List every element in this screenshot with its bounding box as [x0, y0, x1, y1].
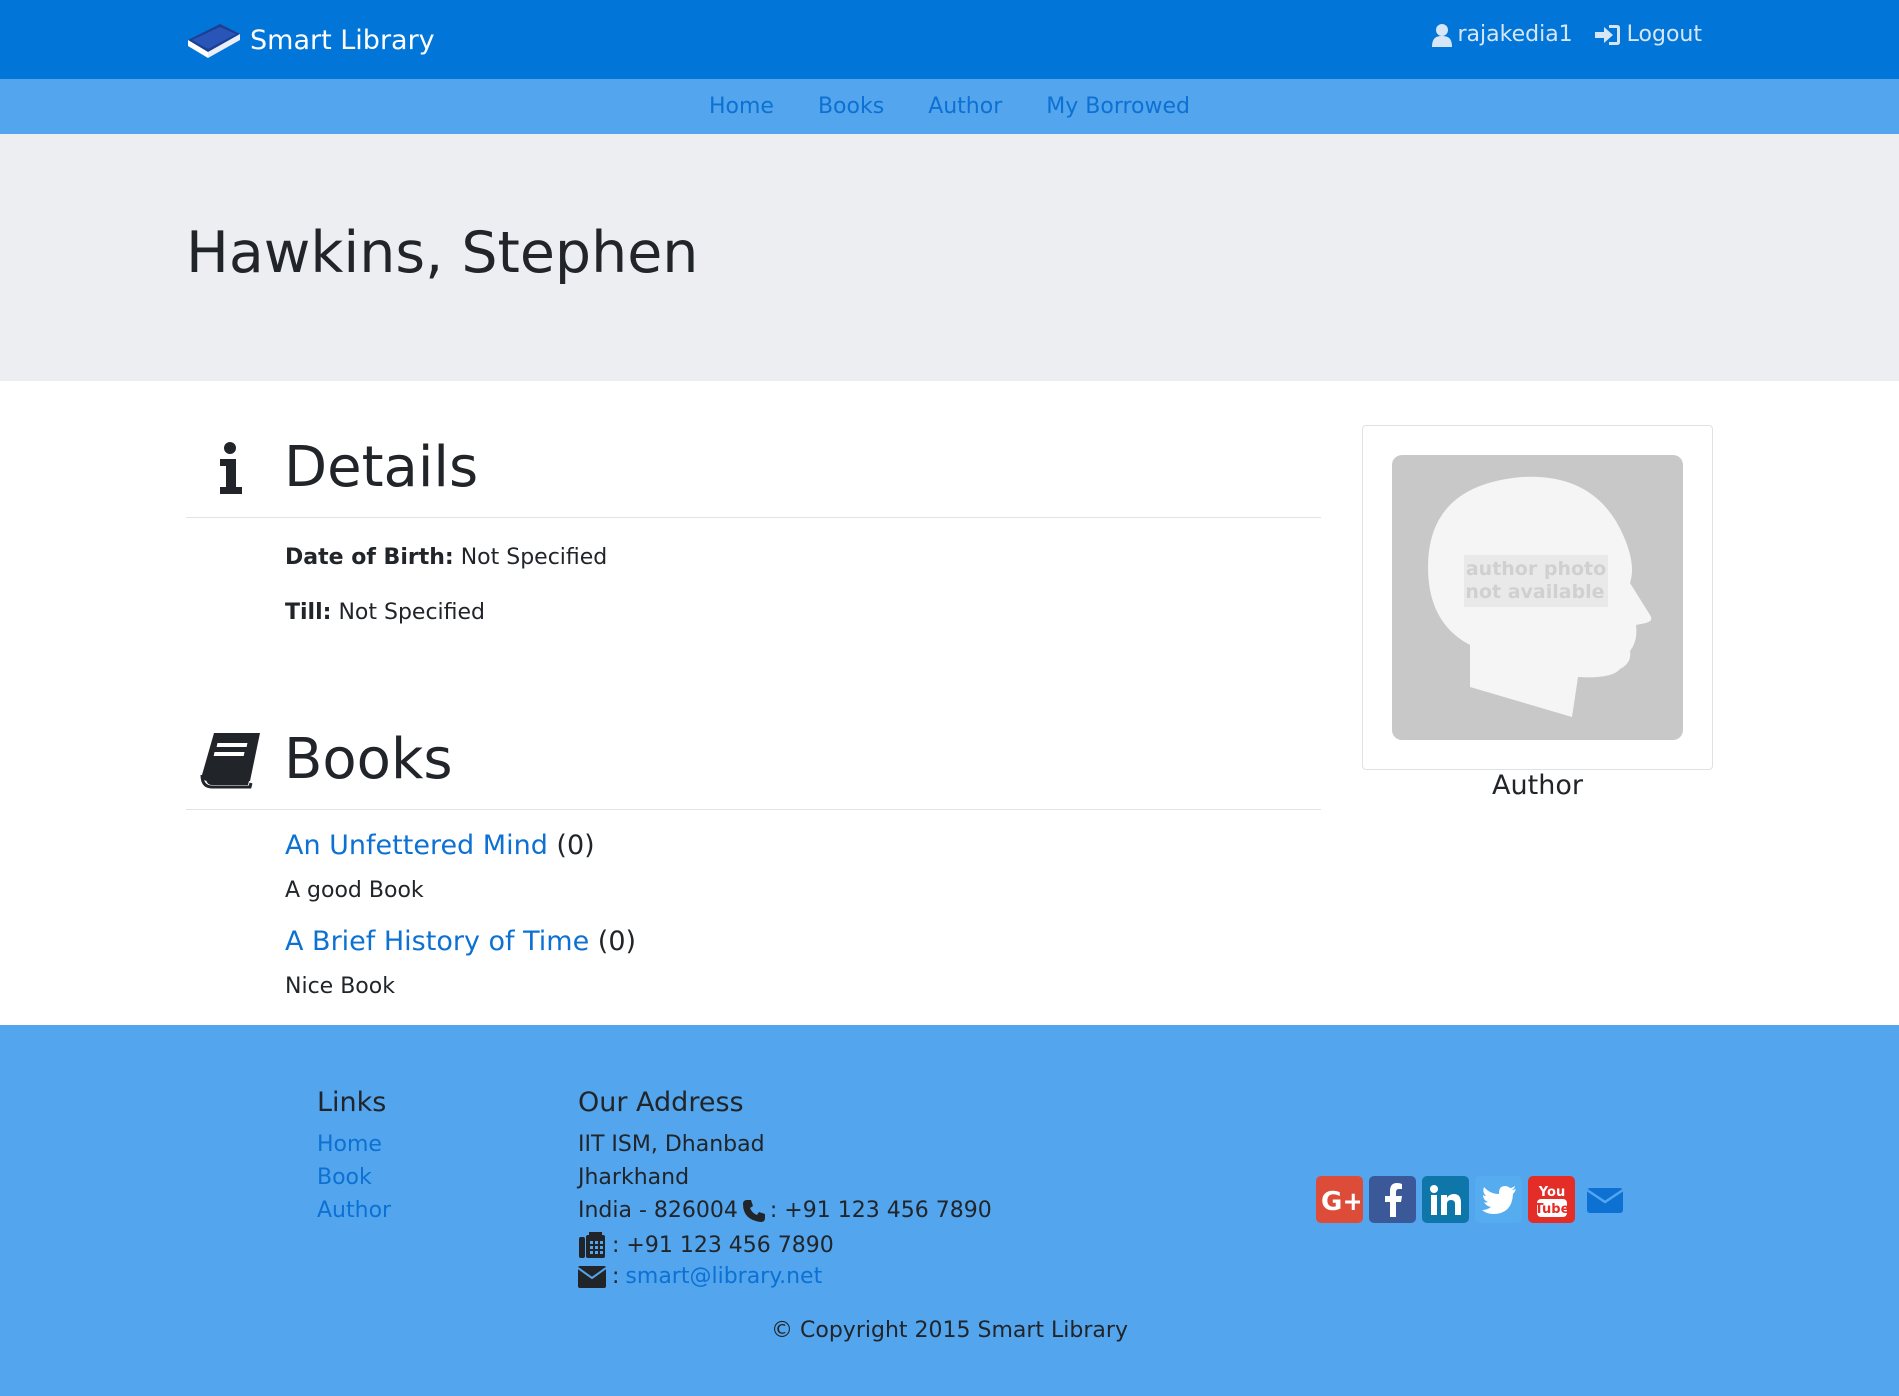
- address-country: India - 826004: [578, 1198, 738, 1223]
- top-navbar: Smart Library rajakedia1 Logout: [0, 0, 1899, 79]
- logout-link[interactable]: Logout: [1594, 22, 1702, 47]
- book-description: Nice Book: [285, 974, 395, 999]
- author-banner: Hawkins, Stephen: [0, 134, 1899, 381]
- author-photo-placeholder: author photo not available: [1392, 455, 1683, 740]
- footer-link-home[interactable]: Home: [317, 1132, 382, 1157]
- linkedin-icon[interactable]: [1422, 1176, 1469, 1223]
- email-line: : smart@library.net: [578, 1264, 822, 1289]
- till-value: Not Specified: [338, 600, 486, 625]
- dob-value: Not Specified: [460, 545, 608, 570]
- book-icon: [200, 732, 260, 788]
- date-of-birth: Date of Birth: Not Specified: [285, 545, 607, 570]
- till-date: Till: Not Specified: [285, 600, 485, 625]
- logout-label: Logout: [1626, 22, 1702, 47]
- book-title-link[interactable]: An Unfettered Mind: [285, 830, 548, 861]
- book-item: An Unfettered Mind (0): [285, 830, 595, 861]
- sign-in-icon: [1594, 24, 1620, 45]
- facebook-icon[interactable]: [1369, 1176, 1416, 1223]
- till-label: Till:: [285, 600, 332, 625]
- google-plus-icon[interactable]: G+: [1316, 1176, 1363, 1223]
- phone-number: : +91 123 456 7890: [769, 1198, 992, 1223]
- user-profile-link[interactable]: rajakedia1: [1431, 22, 1573, 47]
- address-line-1: IIT ISM, Dhanbad: [578, 1132, 765, 1157]
- social-links: G+ You Tube: [1316, 1176, 1634, 1223]
- footer-address-title: Our Address: [578, 1087, 744, 1118]
- email-prefix: :: [612, 1264, 620, 1289]
- details-header: Details: [186, 418, 1321, 518]
- author-photo-card: author photo not available: [1362, 425, 1713, 770]
- twitter-icon[interactable]: [1475, 1176, 1522, 1223]
- nav-author[interactable]: Author: [928, 94, 1002, 119]
- photo-caption: Author: [1492, 770, 1583, 801]
- book-title-link[interactable]: A Brief History of Time: [285, 926, 589, 957]
- books-header: Books: [186, 710, 1321, 810]
- mail-icon[interactable]: [1581, 1176, 1628, 1223]
- youtube-icon[interactable]: You Tube: [1528, 1176, 1575, 1223]
- book-count: (0): [556, 830, 595, 861]
- fax-number: : +91 123 456 7890: [612, 1232, 834, 1258]
- phone-icon: [742, 1199, 765, 1222]
- book-item: A Brief History of Time (0): [285, 926, 636, 957]
- author-name: Hawkins, Stephen: [186, 220, 699, 286]
- email-link[interactable]: smart@library.net: [625, 1264, 822, 1289]
- footer-links-title: Links: [317, 1087, 387, 1118]
- fax-icon: [579, 1232, 605, 1258]
- svg-text:You: You: [1537, 1185, 1564, 1200]
- copyright: © Copyright 2015 Smart Library: [771, 1318, 1128, 1343]
- nav-my-borrowed[interactable]: My Borrowed: [1046, 94, 1190, 119]
- brand-name: Smart Library: [250, 24, 435, 56]
- brand-link[interactable]: Smart Library: [186, 18, 435, 62]
- books-heading: Books: [284, 727, 453, 792]
- photo-text-line2: not available: [1465, 581, 1604, 603]
- user-icon: [1431, 23, 1452, 47]
- details-heading: Details: [284, 435, 479, 500]
- svg-text:Tube: Tube: [1534, 1202, 1569, 1217]
- book-logo-icon: [188, 24, 240, 58]
- head-silhouette-icon: author photo not available: [1428, 476, 1652, 717]
- address-line-3: India - 826004 : +91 123 456 7890: [578, 1198, 992, 1223]
- username: rajakedia1: [1457, 22, 1573, 47]
- svg-text:G+: G+: [1321, 1187, 1360, 1215]
- nav-books[interactable]: Books: [818, 94, 884, 119]
- nav-home[interactable]: Home: [709, 94, 774, 119]
- footer-link-book[interactable]: Book: [317, 1165, 372, 1190]
- envelope-icon: [578, 1265, 606, 1288]
- dob-label: Date of Birth:: [285, 545, 454, 570]
- footer-link-author[interactable]: Author: [317, 1198, 391, 1223]
- address-line-2: Jharkhand: [578, 1165, 690, 1190]
- book-description: A good Book: [285, 878, 424, 903]
- fax-line: : +91 123 456 7890: [578, 1231, 834, 1259]
- info-icon: [220, 441, 242, 494]
- user-area: rajakedia1 Logout: [1410, 22, 1702, 47]
- photo-text-line1: author photo: [1466, 558, 1606, 580]
- main-nav: Home Books Author My Borrowed: [0, 79, 1899, 134]
- book-count: (0): [597, 926, 637, 957]
